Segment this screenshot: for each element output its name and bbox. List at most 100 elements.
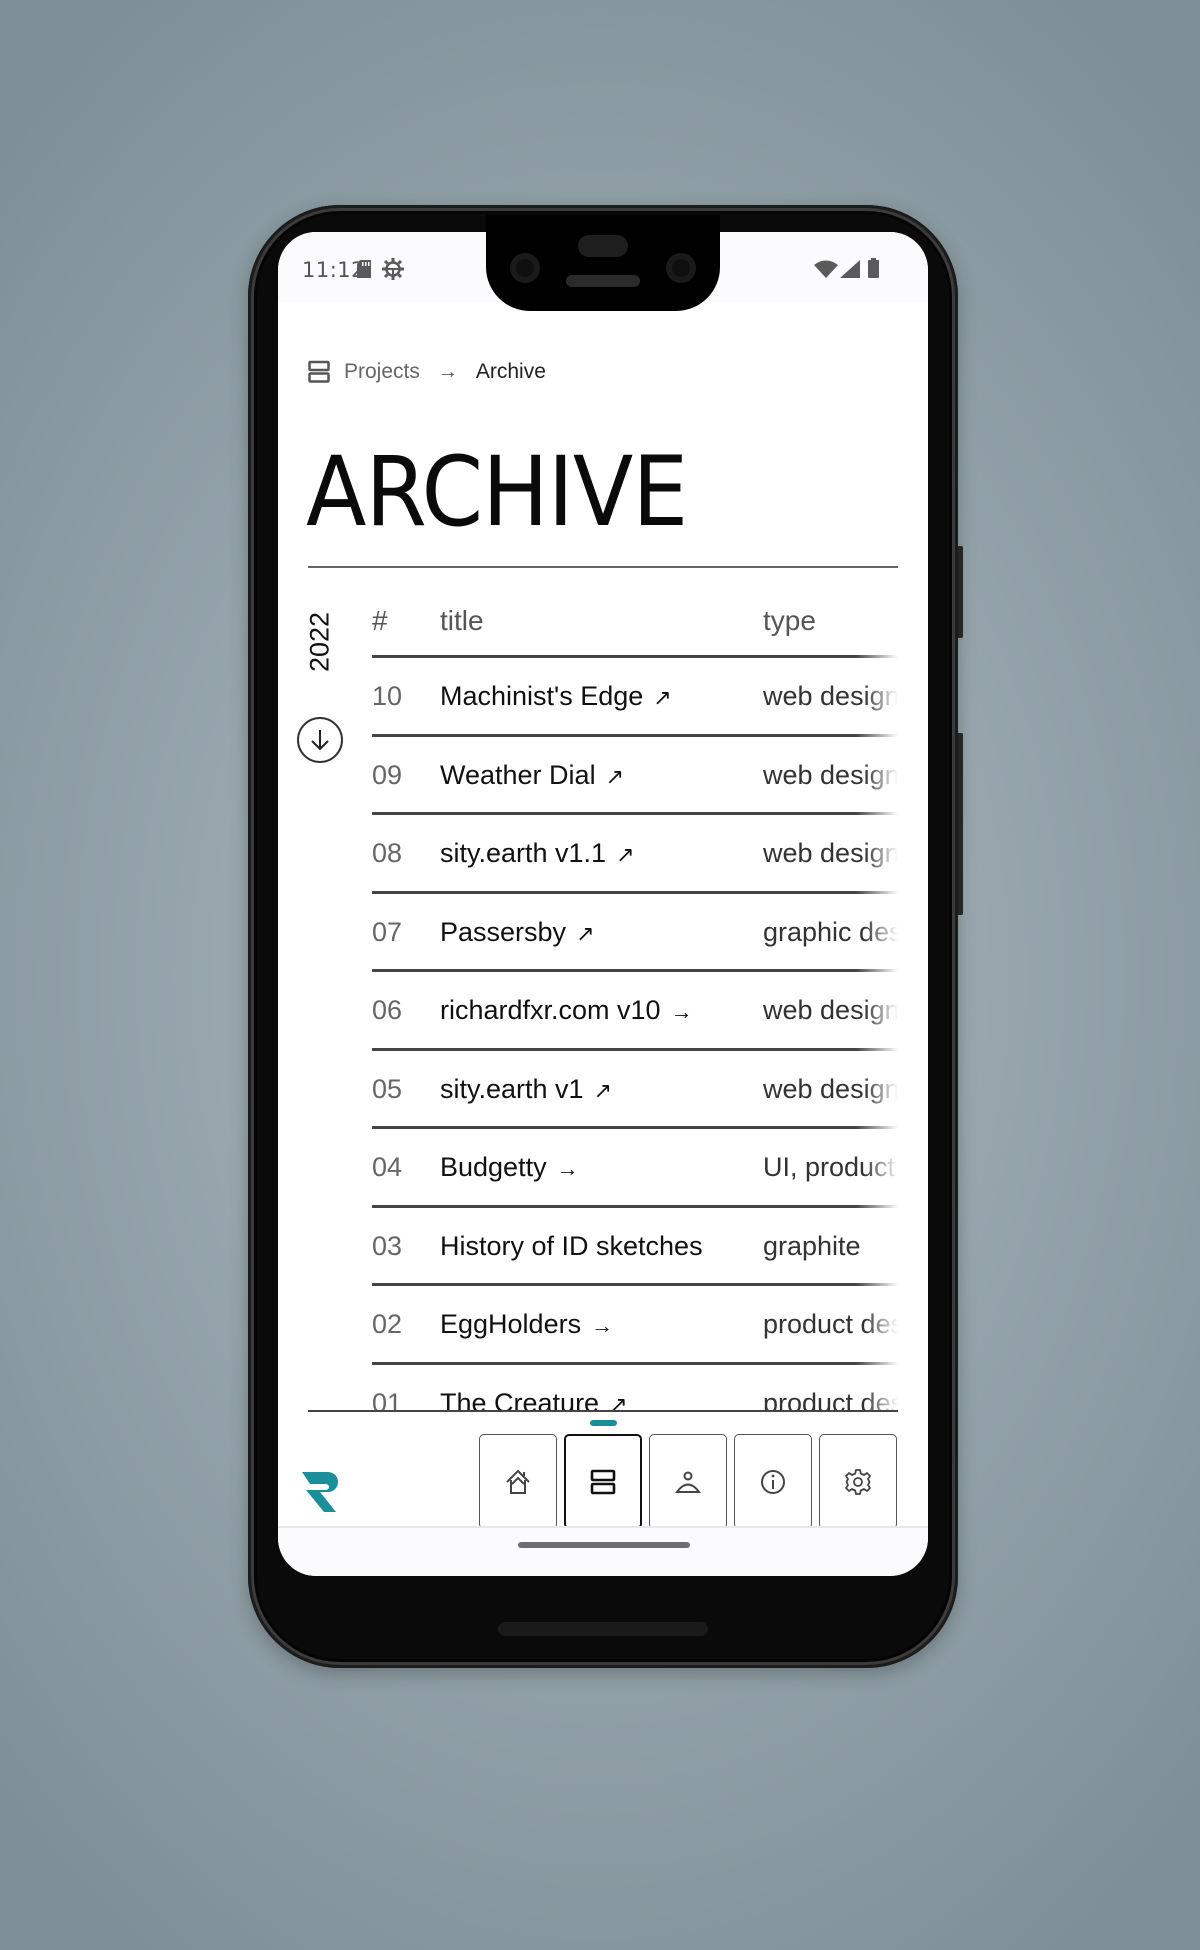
row-type: UI, product	[763, 1152, 896, 1183]
row-number: 10	[372, 681, 403, 712]
row-number: 08	[372, 838, 403, 869]
nav-about[interactable]	[649, 1434, 727, 1529]
row-title[interactable]: Passersby ↗	[440, 917, 763, 948]
nav-home[interactable]	[479, 1434, 557, 1529]
home-gesture-handle[interactable]	[518, 1542, 690, 1548]
row-number: 04	[372, 1152, 403, 1183]
breadcrumb-arrow-icon: →	[437, 360, 458, 383]
row-title[interactable]: Machinist's Edge ↗	[440, 681, 763, 712]
gear-icon	[845, 1468, 871, 1495]
column-header-number: #	[372, 604, 388, 636]
row-type: web design	[763, 681, 898, 712]
table-row[interactable]: 04 Budgetty → UI, product	[372, 1130, 898, 1209]
row-title-text: Machinist's Edge	[440, 681, 644, 712]
bottom-speaker	[498, 1622, 708, 1636]
gesture-bar	[278, 1526, 928, 1576]
phone-screen: 11:12 Projects → Archive ARCHIVE 2022 # …	[278, 232, 928, 1576]
logo-r-icon	[302, 1472, 338, 1512]
signal-icon	[840, 260, 860, 283]
row-number: 09	[372, 759, 403, 790]
column-header-type: type	[763, 604, 816, 636]
row-title-text: Passersby	[440, 916, 567, 947]
arrow-right-icon: →	[670, 999, 693, 1025]
row-title-text: sity.earth v1	[440, 1073, 584, 1104]
home-icon	[506, 1469, 530, 1494]
row-number: 07	[372, 916, 403, 947]
row-number: 03	[372, 1230, 403, 1261]
row-type: web design	[763, 1073, 898, 1104]
arrow-right-icon: →	[556, 1156, 579, 1182]
table-row[interactable]: 03 History of ID sketches graphite	[372, 1209, 898, 1288]
bottom-nav	[479, 1434, 897, 1529]
logo[interactable]	[302, 1472, 340, 1516]
row-type: graphite	[763, 1230, 861, 1261]
breadcrumb-projects[interactable]: Projects	[344, 360, 420, 384]
row-type: graphic design	[763, 916, 898, 947]
row-title-text: The Creature	[440, 1387, 600, 1411]
table-row[interactable]: 01 The Creature ↗ product design	[372, 1366, 898, 1411]
row-title[interactable]: richardfxr.com v10 →	[440, 995, 763, 1026]
wifi-icon	[814, 260, 838, 283]
column-header-title: title	[440, 604, 484, 636]
row-title-text: sity.earth v1.1	[440, 838, 607, 869]
scroll-down-button[interactable]	[297, 717, 343, 763]
nav-projects[interactable]	[564, 1434, 642, 1529]
row-type: product design	[763, 1387, 898, 1411]
table-row[interactable]: 09 Weather Dial ↗ web design	[372, 738, 898, 817]
row-type: web design	[763, 838, 898, 869]
arrow-right-icon: →	[591, 1313, 614, 1339]
row-title[interactable]: The Creature ↗	[440, 1388, 763, 1411]
table-row[interactable]: 02 EggHolders → product design	[372, 1287, 898, 1366]
row-title[interactable]: Weather Dial ↗	[440, 760, 763, 791]
row-number: 02	[372, 1309, 403, 1340]
table-row[interactable]: 10 Machinist's Edge ↗ web design	[372, 659, 898, 738]
app-body: Projects → Archive ARCHIVE 2022 # title …	[278, 302, 928, 1529]
table-header: # title type	[372, 585, 898, 659]
row-title[interactable]: History of ID sketches	[440, 1231, 763, 1262]
earpiece-speaker	[566, 275, 640, 287]
nav-info[interactable]	[734, 1434, 812, 1529]
title-divider	[308, 566, 898, 568]
row-number: 06	[372, 995, 403, 1026]
row-title-text: Budgetty	[440, 1152, 547, 1183]
table-bottom-divider	[308, 1410, 898, 1412]
arrow-down-icon	[311, 730, 329, 751]
external-link-icon: ↗	[576, 920, 595, 946]
breadcrumb-archive: Archive	[475, 360, 546, 383]
row-type: product design	[763, 1309, 898, 1340]
info-icon	[761, 1469, 785, 1494]
row-title[interactable]: Budgetty →	[440, 1152, 763, 1183]
sensor	[578, 235, 628, 257]
external-link-icon: ↗	[616, 842, 635, 868]
year-label: 2022	[300, 607, 340, 677]
archive-table: # title type 10 Machinist's Edge ↗ web desi…	[372, 585, 898, 1411]
front-camera-left	[510, 253, 540, 283]
front-camera-right	[666, 253, 696, 283]
projects-icon	[308, 360, 330, 384]
row-title-text: Weather Dial	[440, 759, 596, 790]
row-title[interactable]: EggHolders →	[440, 1309, 763, 1340]
table-row[interactable]: 05 sity.earth v1 ↗ web design	[372, 1052, 898, 1131]
row-type: web design	[763, 759, 898, 790]
breadcrumb: Projects → Archive	[308, 357, 546, 387]
table-row[interactable]: 08 sity.earth v1.1 ↗ web design	[372, 816, 898, 895]
row-number: 05	[372, 1073, 403, 1104]
row-number: 01	[372, 1387, 403, 1411]
active-nav-indicator	[590, 1420, 617, 1426]
external-link-icon: ↗	[593, 1077, 612, 1103]
debug-gear-icon	[382, 258, 404, 285]
nav-settings[interactable]	[819, 1434, 897, 1529]
external-link-icon: ↗	[653, 685, 672, 711]
sd-card-icon	[356, 260, 372, 284]
page-title: ARCHIVE	[306, 436, 688, 548]
row-title[interactable]: sity.earth v1.1 ↗	[440, 838, 763, 869]
year-text: 2022	[304, 611, 335, 673]
battery-icon	[868, 258, 879, 283]
person-icon	[675, 1471, 701, 1493]
row-title-text: richardfxr.com v10	[440, 995, 661, 1026]
table-row[interactable]: 07 Passersby ↗ graphic design	[372, 895, 898, 974]
row-title[interactable]: sity.earth v1 ↗	[440, 1074, 763, 1105]
table-row[interactable]: 06 richardfxr.com v10 → web design	[372, 973, 898, 1052]
row-title-text: History of ID sketches	[440, 1230, 703, 1261]
row-title-text: EggHolders	[440, 1309, 582, 1340]
